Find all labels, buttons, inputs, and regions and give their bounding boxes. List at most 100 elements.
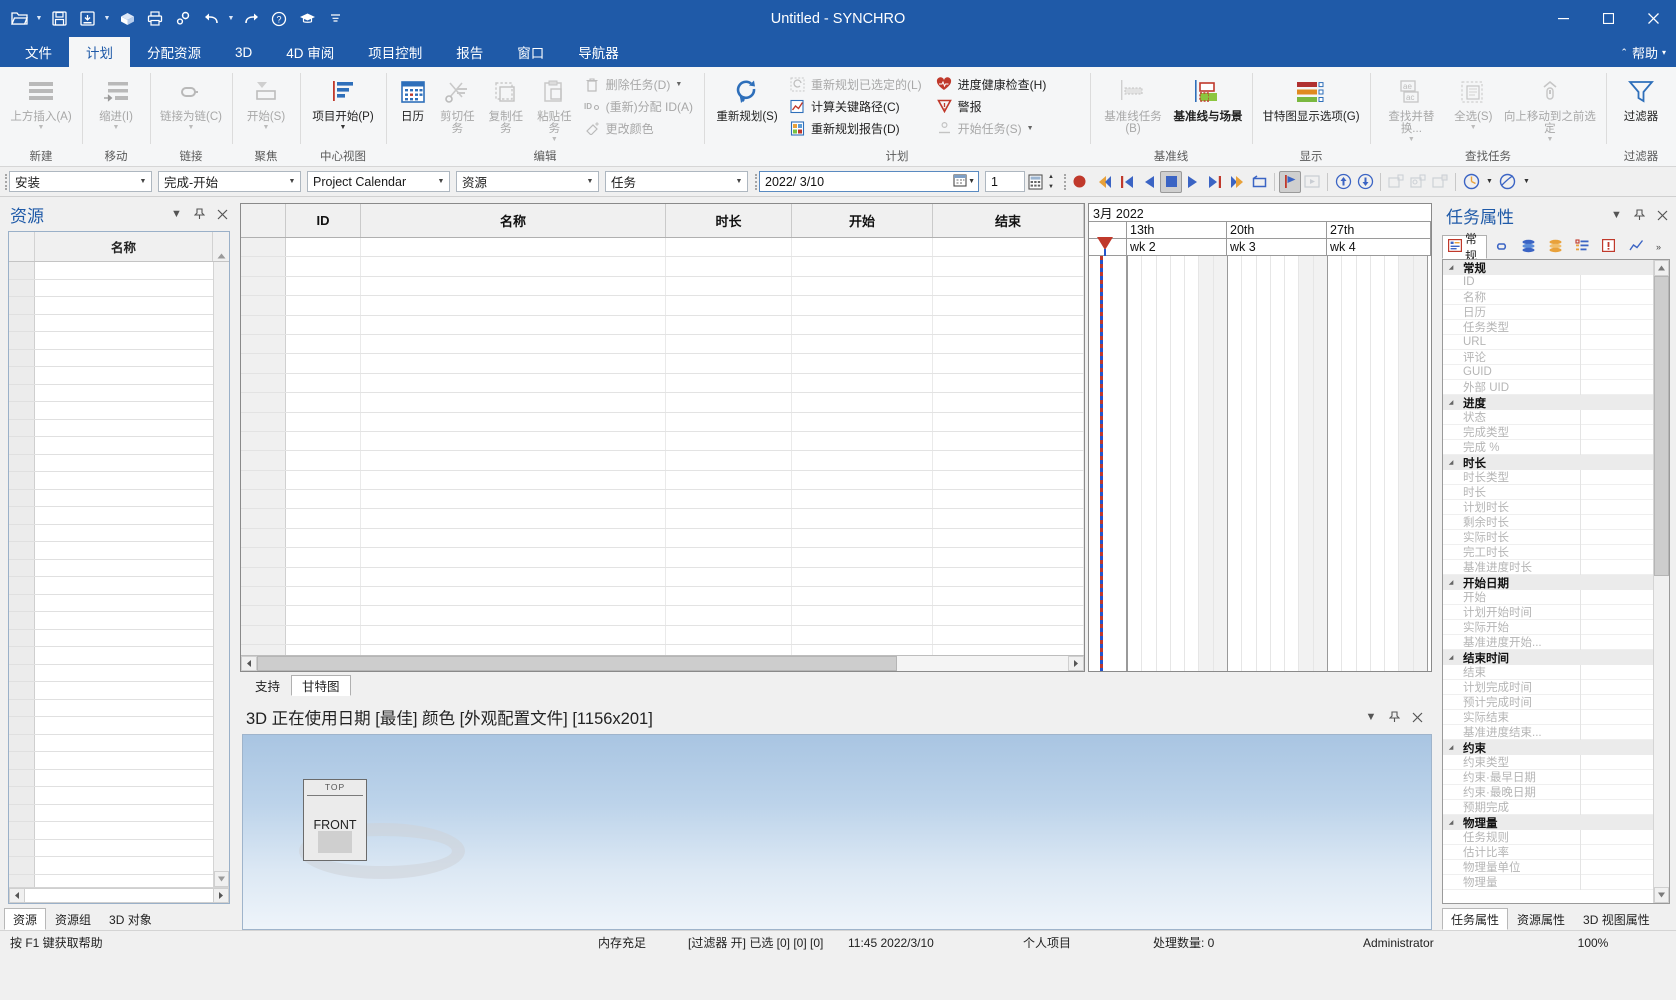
spinner-up-icon[interactable]: ▲ [1045, 172, 1057, 182]
resource-row-name[interactable] [35, 315, 213, 332]
resource-row[interactable] [9, 279, 213, 297]
print-icon[interactable] [142, 6, 168, 32]
cell-name[interactable] [361, 315, 666, 334]
property-group-row[interactable]: ◢ 时长 [1443, 455, 1653, 470]
cell-id[interactable] [286, 334, 361, 354]
resource-row-name[interactable] [35, 875, 213, 888]
viewpoint-prev-button[interactable] [1385, 171, 1407, 193]
resource-row[interactable] [9, 297, 213, 315]
task-col-start[interactable]: 开始 [792, 204, 933, 237]
cell-duration[interactable] [666, 548, 792, 567]
scroll-left-icon[interactable] [241, 656, 257, 671]
cell-id[interactable] [286, 354, 361, 373]
dropdown-icon[interactable]: ▼ [1609, 207, 1624, 223]
resource-row[interactable] [9, 314, 213, 332]
alert-button[interactable]: 警报 [931, 95, 1052, 117]
cell-finish[interactable] [933, 431, 1084, 451]
property-row[interactable]: URL [1443, 334, 1653, 350]
property-row[interactable]: 完成 % [1443, 439, 1653, 455]
cell-duration[interactable] [666, 296, 792, 315]
cell-id[interactable] [286, 625, 361, 645]
pin-icon[interactable] [192, 206, 207, 222]
tab-gantt[interactable]: 甘特图 [291, 675, 351, 696]
calendar-picker-icon[interactable] [953, 173, 967, 190]
toolbar-grip-2[interactable] [752, 172, 759, 192]
resource-col-name[interactable]: 名称 [35, 232, 213, 261]
table-row[interactable] [241, 431, 1084, 452]
copy-task-button[interactable]: 复制任务 [482, 71, 531, 135]
resource-row-name[interactable] [35, 297, 213, 314]
resource-row[interactable] [9, 752, 213, 770]
resource-grid-body[interactable] [9, 262, 229, 887]
property-group-row[interactable]: ◢ 约束 [1443, 740, 1653, 755]
chevron-down-icon[interactable]: ▼ [38, 124, 45, 132]
redo-icon[interactable] [238, 6, 264, 32]
tab-support[interactable]: 支持 [244, 675, 291, 696]
resource-row-name[interactable] [35, 787, 213, 804]
chevron-down-icon[interactable]: ▼ [34, 15, 44, 22]
cell-start[interactable] [792, 354, 933, 373]
view-3d-canvas[interactable]: TOP FRONT [242, 734, 1432, 930]
cell-finish[interactable] [933, 625, 1084, 645]
customize-icon[interactable] [322, 6, 348, 32]
cell-finish[interactable] [933, 393, 1084, 412]
record-button[interactable] [1068, 171, 1090, 193]
cell-start[interactable] [792, 625, 933, 645]
cell-finish[interactable] [933, 587, 1084, 606]
resource-hscrollbar[interactable] [9, 887, 229, 903]
learn-icon[interactable] [294, 6, 320, 32]
toolbar-grip[interactable] [2, 172, 9, 192]
chevron-down-icon[interactable]: ▼ [226, 15, 236, 22]
cell-start[interactable] [792, 412, 933, 431]
3d-model-icon[interactable] [114, 6, 140, 32]
resource-row[interactable] [9, 699, 213, 717]
property-row[interactable]: 名称 [1443, 289, 1653, 305]
tab-links[interactable] [1488, 235, 1514, 259]
dropdown-icon[interactable]: ▼ [1364, 710, 1378, 724]
resource-row-name[interactable] [35, 385, 213, 402]
tab-progress[interactable] [1623, 235, 1649, 259]
table-row[interactable] [241, 334, 1084, 355]
property-row[interactable]: 状态 [1443, 409, 1653, 425]
chevron-down-icon[interactable]: ▼ [284, 172, 300, 191]
cell-start[interactable] [792, 238, 933, 257]
table-row[interactable] [241, 393, 1084, 413]
resource-scroll-up-button[interactable] [213, 232, 229, 261]
property-row[interactable]: 外部 UID [1443, 379, 1653, 395]
resource-row[interactable] [9, 489, 213, 507]
collapse-triangle-icon[interactable]: ◢ [1443, 744, 1459, 751]
cell-finish[interactable] [933, 606, 1084, 625]
cell-id[interactable] [286, 276, 361, 296]
chevron-down-icon[interactable]: ▼ [135, 172, 151, 191]
loop-button[interactable] [1248, 171, 1270, 193]
cell-start[interactable] [792, 587, 933, 606]
close-icon[interactable] [1410, 710, 1424, 724]
cell-start[interactable] [792, 528, 933, 548]
collapse-triangle-icon[interactable]: ◢ [1443, 399, 1459, 406]
3d-box-object[interactable]: TOP FRONT [303, 779, 367, 861]
cell-duration[interactable] [666, 276, 792, 296]
find-replace-button[interactable]: ae ac 查找并替换... ▼ [1376, 71, 1447, 144]
resource-vscrollbar[interactable] [213, 262, 229, 887]
property-row[interactable]: 约束类型 [1443, 754, 1653, 770]
change-color-button[interactable]: 更改颜色 [579, 117, 698, 139]
cell-name[interactable] [361, 528, 666, 548]
resource-row-name[interactable] [35, 350, 213, 367]
table-row[interactable] [241, 373, 1084, 394]
property-row[interactable]: 实际结束 [1443, 709, 1653, 725]
chevron-down-icon[interactable]: ▼ [551, 136, 558, 144]
cell-finish[interactable] [933, 528, 1084, 548]
resource-row-name[interactable] [35, 490, 213, 507]
resource-row-name[interactable] [35, 280, 213, 297]
cell-name[interactable] [361, 509, 666, 528]
resource-row[interactable] [9, 437, 213, 455]
resource-row-name[interactable] [35, 665, 213, 682]
tab-3d-view-properties[interactable]: 3D 视图属性 [1574, 908, 1659, 930]
chevron-down-icon[interactable]: ▼ [675, 81, 682, 88]
resource-row[interactable] [9, 507, 213, 525]
cell-name[interactable] [361, 625, 666, 645]
skip-to-start-button[interactable] [1094, 171, 1116, 193]
cell-finish[interactable] [933, 373, 1084, 393]
critical-path-button[interactable]: 计算关键路径(C) [784, 95, 927, 117]
table-row[interactable] [241, 451, 1084, 471]
